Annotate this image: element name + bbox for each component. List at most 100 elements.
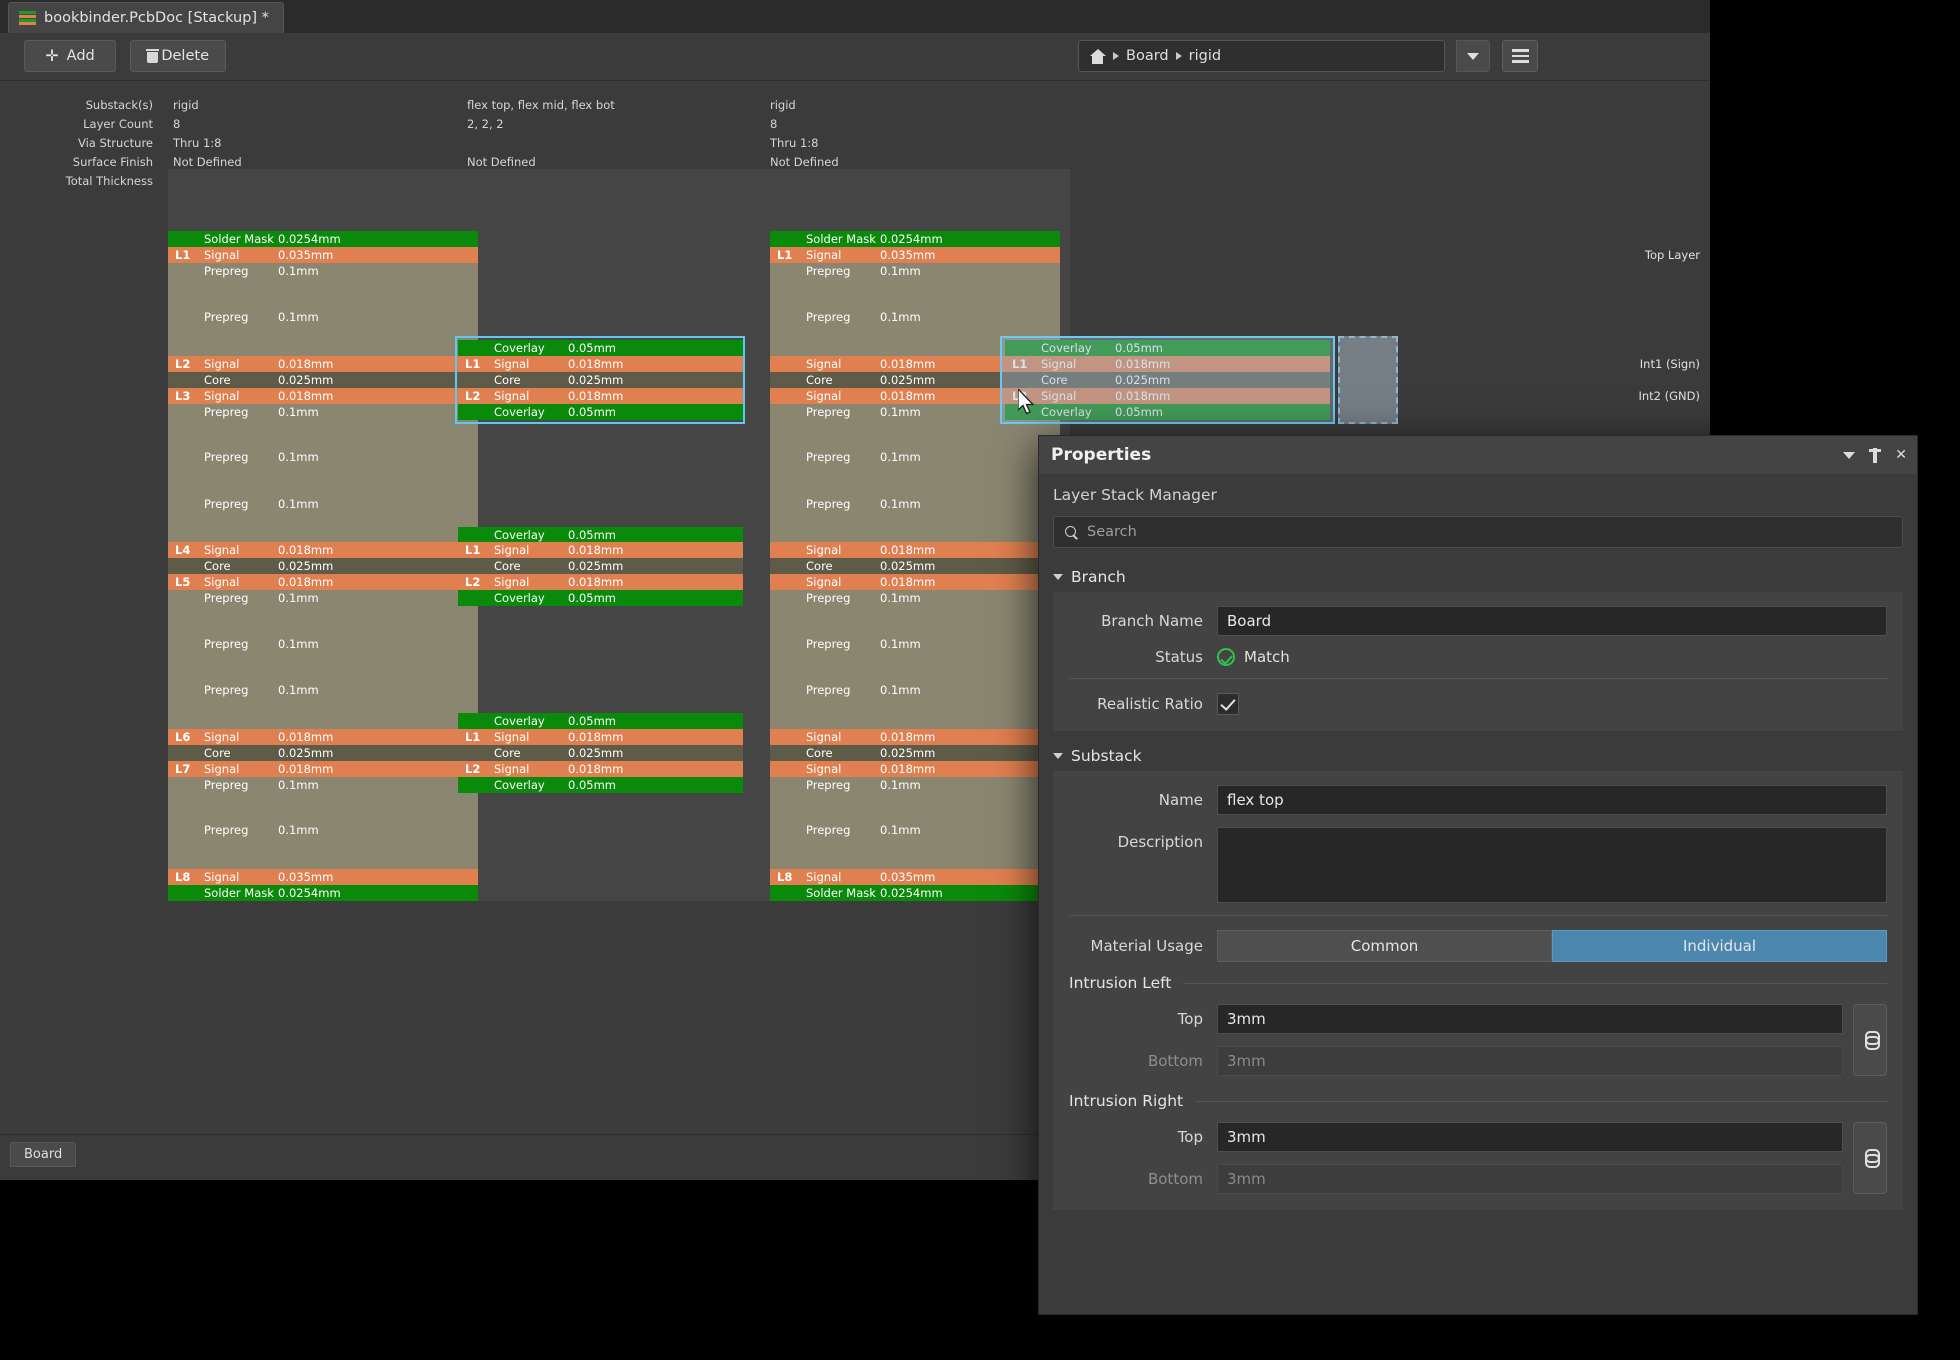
stackup-layer-row[interactable]: L1Signal0.018mm	[458, 356, 743, 372]
stackup-layer-row[interactable]: Signal0.018mm	[770, 574, 1060, 590]
breadcrumb-dropdown-button[interactable]	[1456, 40, 1490, 72]
search-box[interactable]	[1053, 516, 1903, 548]
stackup-layer-row[interactable]: Coverlay0.05mm	[458, 527, 743, 543]
stackup-layer-row[interactable]: Core0.025mm	[168, 372, 478, 388]
stackup-layer-row[interactable]: Prepreg0.1mm	[770, 822, 1060, 838]
stackup-layer-row[interactable]: L2Signal0.018mm	[458, 761, 743, 777]
description-textarea[interactable]	[1217, 827, 1887, 903]
stackup-layer-row[interactable]: Prepreg0.1mm	[168, 636, 478, 652]
stackup-layer-row[interactable]: Core0.025mm	[458, 372, 743, 388]
stackup-layer-row[interactable]: Signal0.018mm	[770, 729, 1060, 745]
layer-material-name: Core	[1041, 373, 1068, 387]
stackup-layer-row[interactable]: Prepreg0.1mm	[770, 263, 1060, 279]
stackup-layer-row[interactable]: Prepreg0.1mm	[168, 309, 478, 325]
section-header-substack[interactable]: Substack	[1039, 741, 1917, 771]
branch-name-label: Branch Name	[1069, 612, 1217, 630]
breadcrumb[interactable]: Board rigid	[1078, 40, 1445, 72]
stackup-layer-row[interactable]: Prepreg0.1mm	[770, 309, 1060, 325]
section-header-branch[interactable]: Branch	[1039, 562, 1917, 592]
intrusion-left-link-button[interactable]	[1853, 1004, 1887, 1076]
stackup-layer-row[interactable]: Coverlay0.05mm	[458, 404, 743, 420]
info-value-layer-count-r: 8	[770, 114, 777, 133]
stackup-layer-row[interactable]: Prepreg0.1mm	[770, 777, 1060, 793]
properties-title-bar[interactable]: Properties ✕	[1039, 436, 1917, 474]
stackup-layer-row[interactable]: Core0.025mm	[770, 745, 1060, 761]
stackup-layer-row[interactable]: Solder Mask0.0254mm	[168, 885, 478, 901]
breadcrumb-item-board[interactable]: Board	[1126, 48, 1169, 64]
stackup-layer-row[interactable]: Coverlay0.05mm	[458, 340, 743, 356]
stackup-layer-row[interactable]: Core0.025mm	[168, 558, 478, 574]
stackup-layer-row[interactable]: L8Signal0.035mm	[770, 869, 1060, 885]
intrusion-right-link-button[interactable]	[1853, 1122, 1887, 1194]
stackup-layer-row[interactable]: Core0.025mm	[458, 745, 743, 761]
stackup-layer-row[interactable]: Prepreg0.1mm	[770, 636, 1060, 652]
stackup-layer-row[interactable]: Coverlay0.05mm	[458, 590, 743, 606]
stackup-layer-row[interactable]: L2Signal0.018mm	[1005, 388, 1330, 404]
stackup-layer-row[interactable]: L5Signal0.018mm	[168, 574, 478, 590]
stackup-layer-row[interactable]: Coverlay0.05mm	[1005, 340, 1330, 356]
info-label-layer-count: Layer Count	[3, 114, 153, 133]
close-icon[interactable]: ✕	[1895, 448, 1907, 462]
stackup-layer-row[interactable]: Solder Mask0.0254mm	[168, 231, 478, 247]
stackup-layer-row[interactable]: Core0.025mm	[770, 558, 1060, 574]
substack-name-input[interactable]	[1217, 785, 1887, 815]
stackup-layer-row[interactable]: L8Signal0.035mm	[168, 869, 478, 885]
status-tab-board[interactable]: Board	[10, 1142, 76, 1167]
stackup-layer-row[interactable]: L2Signal0.018mm	[458, 574, 743, 590]
intrusion-right-top-input[interactable]	[1217, 1122, 1843, 1152]
document-tab-bookbinder[interactable]: bookbinder.PcbDoc [Stackup] *	[8, 2, 284, 33]
intrusion-left-top-input[interactable]	[1217, 1004, 1843, 1034]
layer-designator: L2	[465, 762, 480, 776]
stackup-layer-row[interactable]: L4Signal0.018mm	[168, 542, 478, 558]
stackup-layer-row[interactable]: L1Signal0.018mm	[458, 729, 743, 745]
intrusion-left-rule	[1183, 983, 1887, 984]
stackup-layer-row[interactable]: Signal0.018mm	[770, 761, 1060, 777]
delete-button[interactable]: Delete	[130, 40, 226, 72]
stackup-layer-row[interactable]: Prepreg0.1mm	[168, 777, 478, 793]
stackup-layer-row[interactable]: Prepreg0.1mm	[168, 496, 478, 512]
search-input[interactable]	[1087, 524, 1902, 540]
add-button[interactable]: ✛ Add	[24, 40, 116, 72]
home-icon[interactable]	[1089, 49, 1106, 64]
stackup-layer-row[interactable]: L2Signal0.018mm	[168, 356, 478, 372]
stackup-layer-row[interactable]: L3Signal0.018mm	[168, 388, 478, 404]
stackup-layer-row[interactable]: Prepreg0.1mm	[770, 682, 1060, 698]
material-usage-option-common[interactable]: Common	[1217, 930, 1552, 962]
stackup-layer-row[interactable]: Coverlay0.05mm	[458, 713, 743, 729]
stackup-layer-row[interactable]: L1Signal0.035mm	[770, 247, 1060, 263]
stackup-layer-row[interactable]: Core0.025mm	[1005, 372, 1330, 388]
stackup-layer-row[interactable]: Core0.025mm	[458, 558, 743, 574]
stackup-layer-row[interactable]: L2Signal0.018mm	[458, 388, 743, 404]
material-usage-option-individual[interactable]: Individual	[1552, 930, 1887, 962]
breadcrumb-item-rigid[interactable]: rigid	[1189, 48, 1221, 64]
stackup-layer-row[interactable]: Prepreg0.1mm	[168, 449, 478, 465]
stackup-layer-row[interactable]: Prepreg0.1mm	[770, 449, 1060, 465]
stackup-layer-row[interactable]: L1Signal0.035mm	[168, 247, 478, 263]
stackup-layer-row[interactable]: Prepreg0.1mm	[168, 263, 478, 279]
stackup-layer-row[interactable]: Signal0.018mm	[770, 542, 1060, 558]
stackup-layer-row[interactable]: Solder Mask0.0254mm	[770, 885, 1060, 901]
chevron-down-icon[interactable]	[1843, 452, 1855, 459]
stackup-layer-row[interactable]: Prepreg0.1mm	[168, 682, 478, 698]
info-value-via-structure: Thru 1:8	[173, 133, 222, 152]
stackup-layer-row[interactable]: L7Signal0.018mm	[168, 761, 478, 777]
canvas-top-backdrop	[168, 169, 1070, 231]
stackup-layer-row[interactable]: Prepreg0.1mm	[168, 822, 478, 838]
stackup-layer-row[interactable]: Solder Mask0.0254mm	[770, 231, 1060, 247]
stackup-layer-row[interactable]: Prepreg0.1mm	[168, 590, 478, 606]
search-icon	[1065, 526, 1078, 539]
stackup-layer-row[interactable]: Coverlay0.05mm	[458, 777, 743, 793]
stackup-layer-row[interactable]: Core0.025mm	[168, 745, 478, 761]
stackup-layer-row[interactable]: Prepreg0.1mm	[168, 404, 478, 420]
branch-name-input[interactable]	[1217, 606, 1887, 636]
layer-material-name: Signal	[1041, 389, 1076, 403]
stackup-layer-row[interactable]: Prepreg0.1mm	[770, 496, 1060, 512]
stackup-layer-row[interactable]: L1Signal0.018mm	[1005, 356, 1330, 372]
pin-icon[interactable]	[1869, 448, 1881, 463]
realistic-ratio-checkbox[interactable]	[1217, 693, 1239, 715]
stackup-layer-row[interactable]: L6Signal0.018mm	[168, 729, 478, 745]
stackup-layer-row[interactable]: Prepreg0.1mm	[770, 590, 1060, 606]
menu-button[interactable]	[1502, 40, 1538, 72]
stackup-layer-row[interactable]: Coverlay0.05mm	[1005, 404, 1330, 420]
stackup-layer-row[interactable]: L1Signal0.018mm	[458, 542, 743, 558]
